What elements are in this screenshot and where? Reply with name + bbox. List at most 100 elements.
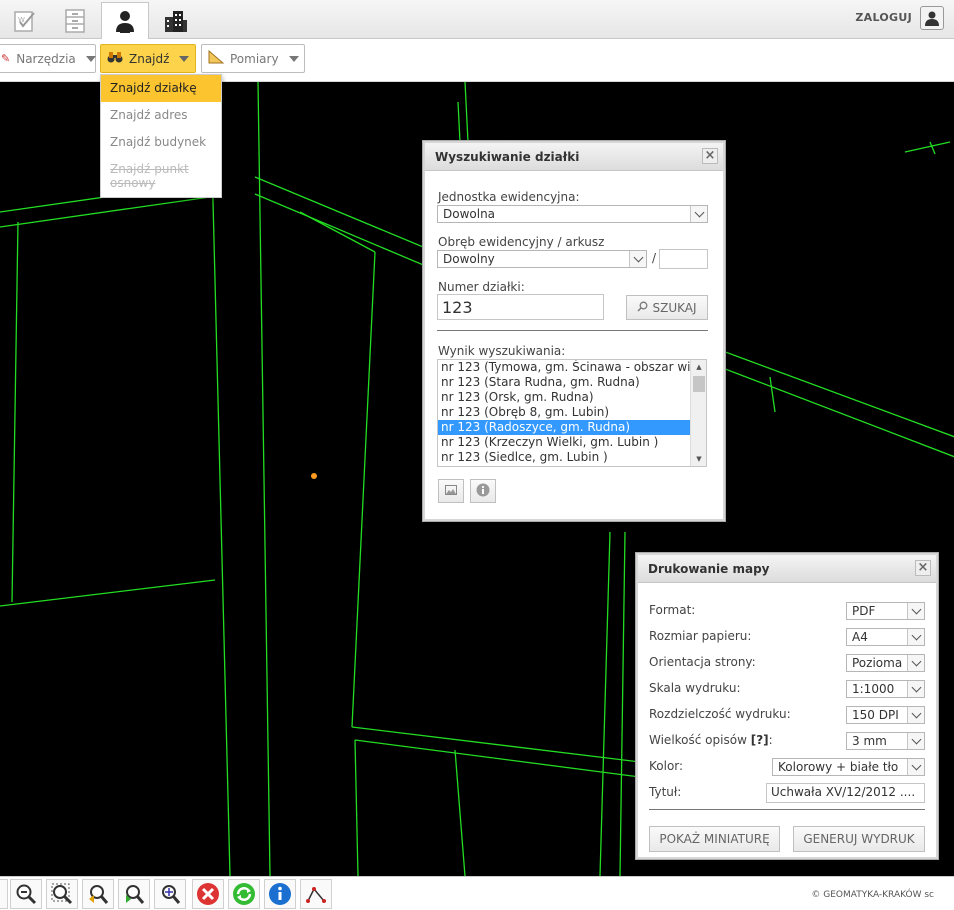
sheet-input[interactable]: [659, 249, 708, 269]
search-button-label: SZUKAJ: [652, 300, 697, 315]
scale-label: Skala wydruku:: [649, 681, 741, 695]
cabinet-icon[interactable]: [51, 2, 99, 39]
tools-label: Narzędzia: [16, 51, 76, 66]
divider: [649, 809, 925, 810]
result-item[interactable]: nr 123 (Krzeczyn Wielki, gm. Lubin ): [438, 435, 690, 450]
precinct-label: Obręb ewidencyjny / arkusz: [438, 235, 605, 249]
user-icon[interactable]: [920, 6, 944, 30]
precinct-select[interactable]: Dowolny: [437, 250, 647, 268]
format-label: Format:: [649, 603, 696, 617]
info-button[interactable]: [470, 479, 496, 503]
results-label: Wynik wyszukiwania:: [438, 344, 566, 358]
person-icon[interactable]: [101, 2, 149, 39]
menu-item-find-building[interactable]: Znajdź budynek: [101, 129, 221, 156]
resolution-value: 150 DPI: [852, 708, 899, 722]
label-size-select[interactable]: 3 mm: [846, 732, 925, 750]
info-icon[interactable]: [264, 879, 296, 909]
paper-size-value: A4: [852, 630, 868, 644]
scroll-down-icon[interactable]: ▼: [691, 452, 706, 466]
measure-icon[interactable]: [300, 879, 332, 909]
resolution-select[interactable]: 150 DPI: [846, 706, 925, 724]
location-marker: [311, 473, 317, 479]
close-icon[interactable]: ×: [915, 560, 931, 576]
find-menu-button[interactable]: Znajdź: [100, 44, 196, 73]
menu-item-find-parcel[interactable]: Znajdź działkę: [101, 75, 221, 102]
info-icon: [476, 483, 490, 500]
title-input[interactable]: Uchwała XV/12/2012 ....: [766, 783, 925, 803]
chevron-down-icon: [907, 707, 924, 723]
buildings-icon[interactable]: [151, 2, 199, 39]
map-preview-button[interactable]: [438, 479, 464, 503]
top-bar: W ZALOGUJ: [0, 0, 954, 39]
image-icon: [445, 484, 457, 498]
chevron-down-icon: [85, 55, 96, 62]
refresh-icon[interactable]: [228, 879, 260, 909]
color-select[interactable]: Kolorowy + białe tło: [772, 758, 925, 776]
orientation-select[interactable]: Pozioma: [846, 654, 925, 672]
color-value: Kolorowy + białe tło: [778, 760, 899, 774]
parcel-search-dialog: Wyszukiwanie działki × Jednostka ewidenc…: [423, 141, 725, 521]
color-label: Kolor:: [649, 759, 684, 773]
paper-size-label: Rozmiar papieru:: [649, 629, 752, 643]
ruler-icon: [208, 49, 225, 67]
zoom-previous-icon[interactable]: [82, 879, 114, 909]
chevron-down-icon: [690, 206, 707, 222]
result-item[interactable]: nr 123 (Tymowa, gm. Ścinawa - obszar wie: [438, 360, 690, 375]
paper-size-select[interactable]: A4: [846, 628, 925, 646]
result-item[interactable]: nr 123 (Orsk, gm. Rudna): [438, 390, 690, 405]
chevron-down-icon: [907, 733, 924, 749]
result-item[interactable]: nr 123 (Stara Rudna, gm. Rudna): [438, 375, 690, 390]
close-icon[interactable]: ×: [702, 148, 718, 164]
chevron-down-icon: [907, 655, 924, 671]
result-item[interactable]: nr 123 (Siedlce, gm. Lubin ): [438, 450, 690, 465]
help-link[interactable]: [?]: [751, 733, 769, 747]
measure-label: Pomiary: [230, 51, 279, 66]
unit-select-value: Dowolna: [443, 207, 496, 221]
zoom-out-icon[interactable]: [10, 879, 42, 909]
dialog-header: Wyszukiwanie działki ×: [425, 143, 723, 171]
format-select[interactable]: PDF: [846, 602, 925, 620]
zoom-next-icon[interactable]: [118, 879, 150, 909]
bottom-toolbar: © GEOMATYKA-KRAKÓW sc: [0, 876, 954, 910]
label-size-label: Wielkość opisów [?]:: [649, 733, 773, 747]
search-icon: [637, 301, 648, 315]
scale-select[interactable]: 1:1000: [846, 680, 925, 698]
tools-menu-button[interactable]: ✎ Narzędzia: [0, 44, 96, 73]
result-item[interactable]: nr 123 (Obręb 8, gm. Lubin): [438, 405, 690, 420]
search-button[interactable]: SZUKAJ: [626, 295, 708, 320]
unit-label: Jednostka ewidencyjna:: [438, 190, 580, 204]
results-list[interactable]: nr 123 (Tymowa, gm. Ścinawa - obszar wie…: [437, 359, 707, 467]
edit-document-icon[interactable]: W: [1, 2, 49, 39]
title-label: Tytuł:: [649, 785, 682, 799]
chevron-down-icon: [907, 759, 924, 775]
scroll-up-icon[interactable]: ▲: [691, 360, 706, 374]
results-scrollbar[interactable]: ▲ ▼: [690, 360, 706, 466]
zoom-in-icon[interactable]: [0, 879, 8, 909]
find-dropdown-menu: Znajdź działkę Znajdź adres Znajdź budyn…: [100, 74, 222, 198]
measure-menu-button[interactable]: Pomiary: [201, 44, 305, 73]
dialog-header: Drukowanie mapy ×: [638, 555, 936, 583]
tools-icon: ✎: [1, 52, 11, 65]
zoom-box-icon[interactable]: [46, 879, 78, 909]
dialog-title: Drukowanie mapy: [648, 562, 770, 576]
orientation-label: Orientacja strony:: [649, 655, 756, 669]
chevron-down-icon: [288, 55, 299, 62]
menu-item-find-address[interactable]: Znajdź adres: [101, 102, 221, 129]
label-size-colon: :: [768, 733, 773, 747]
zoom-extent-icon[interactable]: [154, 879, 186, 909]
generate-print-button[interactable]: GENERUJ WYDRUK: [793, 826, 925, 852]
unit-select[interactable]: Dowolna: [437, 205, 708, 223]
chevron-down-icon: [629, 251, 646, 267]
svg-text:W: W: [18, 16, 25, 24]
chevron-down-icon: [907, 629, 924, 645]
menu-item-find-control-point: Znajdź punkt osnowy: [110, 162, 189, 190]
clear-icon[interactable]: [192, 879, 224, 909]
scrollbar-thumb[interactable]: [693, 376, 705, 392]
preview-button[interactable]: POKAŻ MINIATURĘ: [649, 826, 780, 852]
result-item-selected[interactable]: nr 123 (Radoszyce, gm. Rudna): [438, 420, 690, 435]
parcel-number-input[interactable]: 123: [437, 294, 604, 320]
chevron-down-icon: [907, 603, 924, 619]
login-link[interactable]: ZALOGUJ: [855, 11, 912, 24]
copyright-text: © GEOMATYKA-KRAKÓW sc: [811, 890, 934, 900]
print-map-dialog: Drukowanie mapy × Format: PDF Rozmiar pa…: [636, 553, 938, 859]
